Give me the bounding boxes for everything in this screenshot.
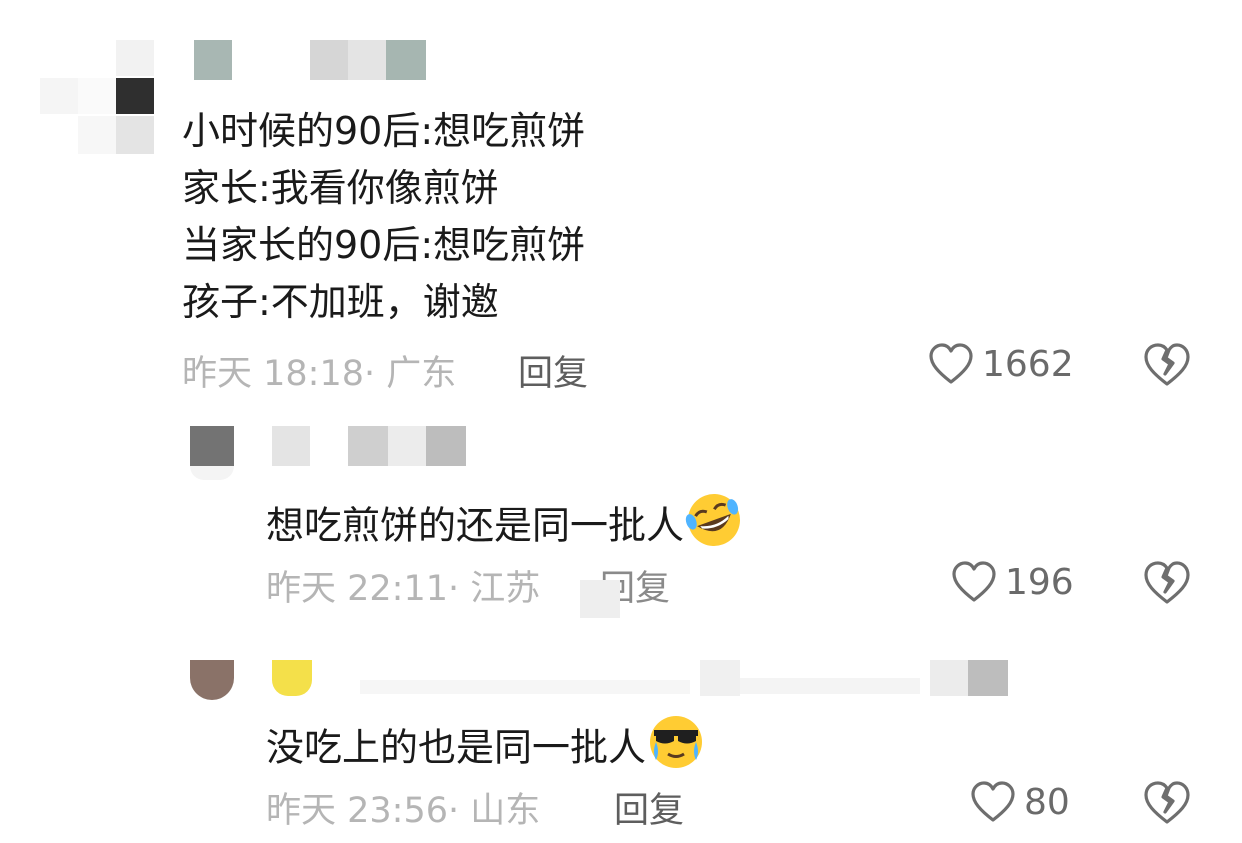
dislike-button[interactable] <box>1143 342 1191 392</box>
heart-icon <box>929 343 973 384</box>
comment-text: 没吃上的也是同一批人 <box>266 712 706 788</box>
broken-heart-icon <box>1144 781 1190 824</box>
comment-text: 想吃煎饼的还是同一批人 <box>266 490 744 566</box>
like-count: 196 <box>1005 561 1074 603</box>
heart-icon <box>971 781 1015 822</box>
comment-line: 小时候的90后:想吃煎饼 <box>182 109 586 153</box>
dislike-button[interactable] <box>1143 780 1191 830</box>
like-count: 80 <box>1024 781 1070 823</box>
comment-thread: 小时候的90后:想吃煎饼 家长:我看你像煎饼 当家长的90后:想吃煎饼 孩子:不… <box>0 0 1242 843</box>
like-button[interactable]: 1662 <box>928 342 1074 386</box>
comment-meta: 昨天 23:56· 山东 <box>266 791 541 831</box>
broken-heart-icon <box>1144 561 1190 604</box>
avatar[interactable] <box>190 426 234 466</box>
comment-line: 当家长的90后:想吃煎饼 <box>182 223 586 267</box>
like-button[interactable]: 80 <box>970 780 1070 824</box>
broken-heart-icon <box>1144 343 1190 386</box>
rofl-emoji <box>684 490 744 566</box>
reply-button[interactable]: 回复 <box>518 345 588 396</box>
dislike-button[interactable] <box>1143 560 1191 610</box>
comment-line: 孩子:不加班，谢邀 <box>182 280 499 324</box>
comment-meta: 昨天 22:11· 江苏 <box>266 569 541 609</box>
avatar[interactable] <box>40 40 158 154</box>
like-button[interactable]: 196 <box>951 560 1074 604</box>
like-count: 1662 <box>982 343 1074 385</box>
heart-icon <box>952 561 996 602</box>
cool-crying-emoji <box>646 712 706 788</box>
comment-text: 小时候的90后:想吃煎饼 家长:我看你像煎饼 当家长的90后:想吃煎饼 孩子:不… <box>182 103 585 331</box>
reply-button[interactable]: 回复 <box>614 782 684 833</box>
avatar[interactable] <box>190 660 234 700</box>
comment-meta: 昨天 18:18· 广东 <box>182 354 457 394</box>
comment-line: 家长:我看你像煎饼 <box>182 166 499 210</box>
